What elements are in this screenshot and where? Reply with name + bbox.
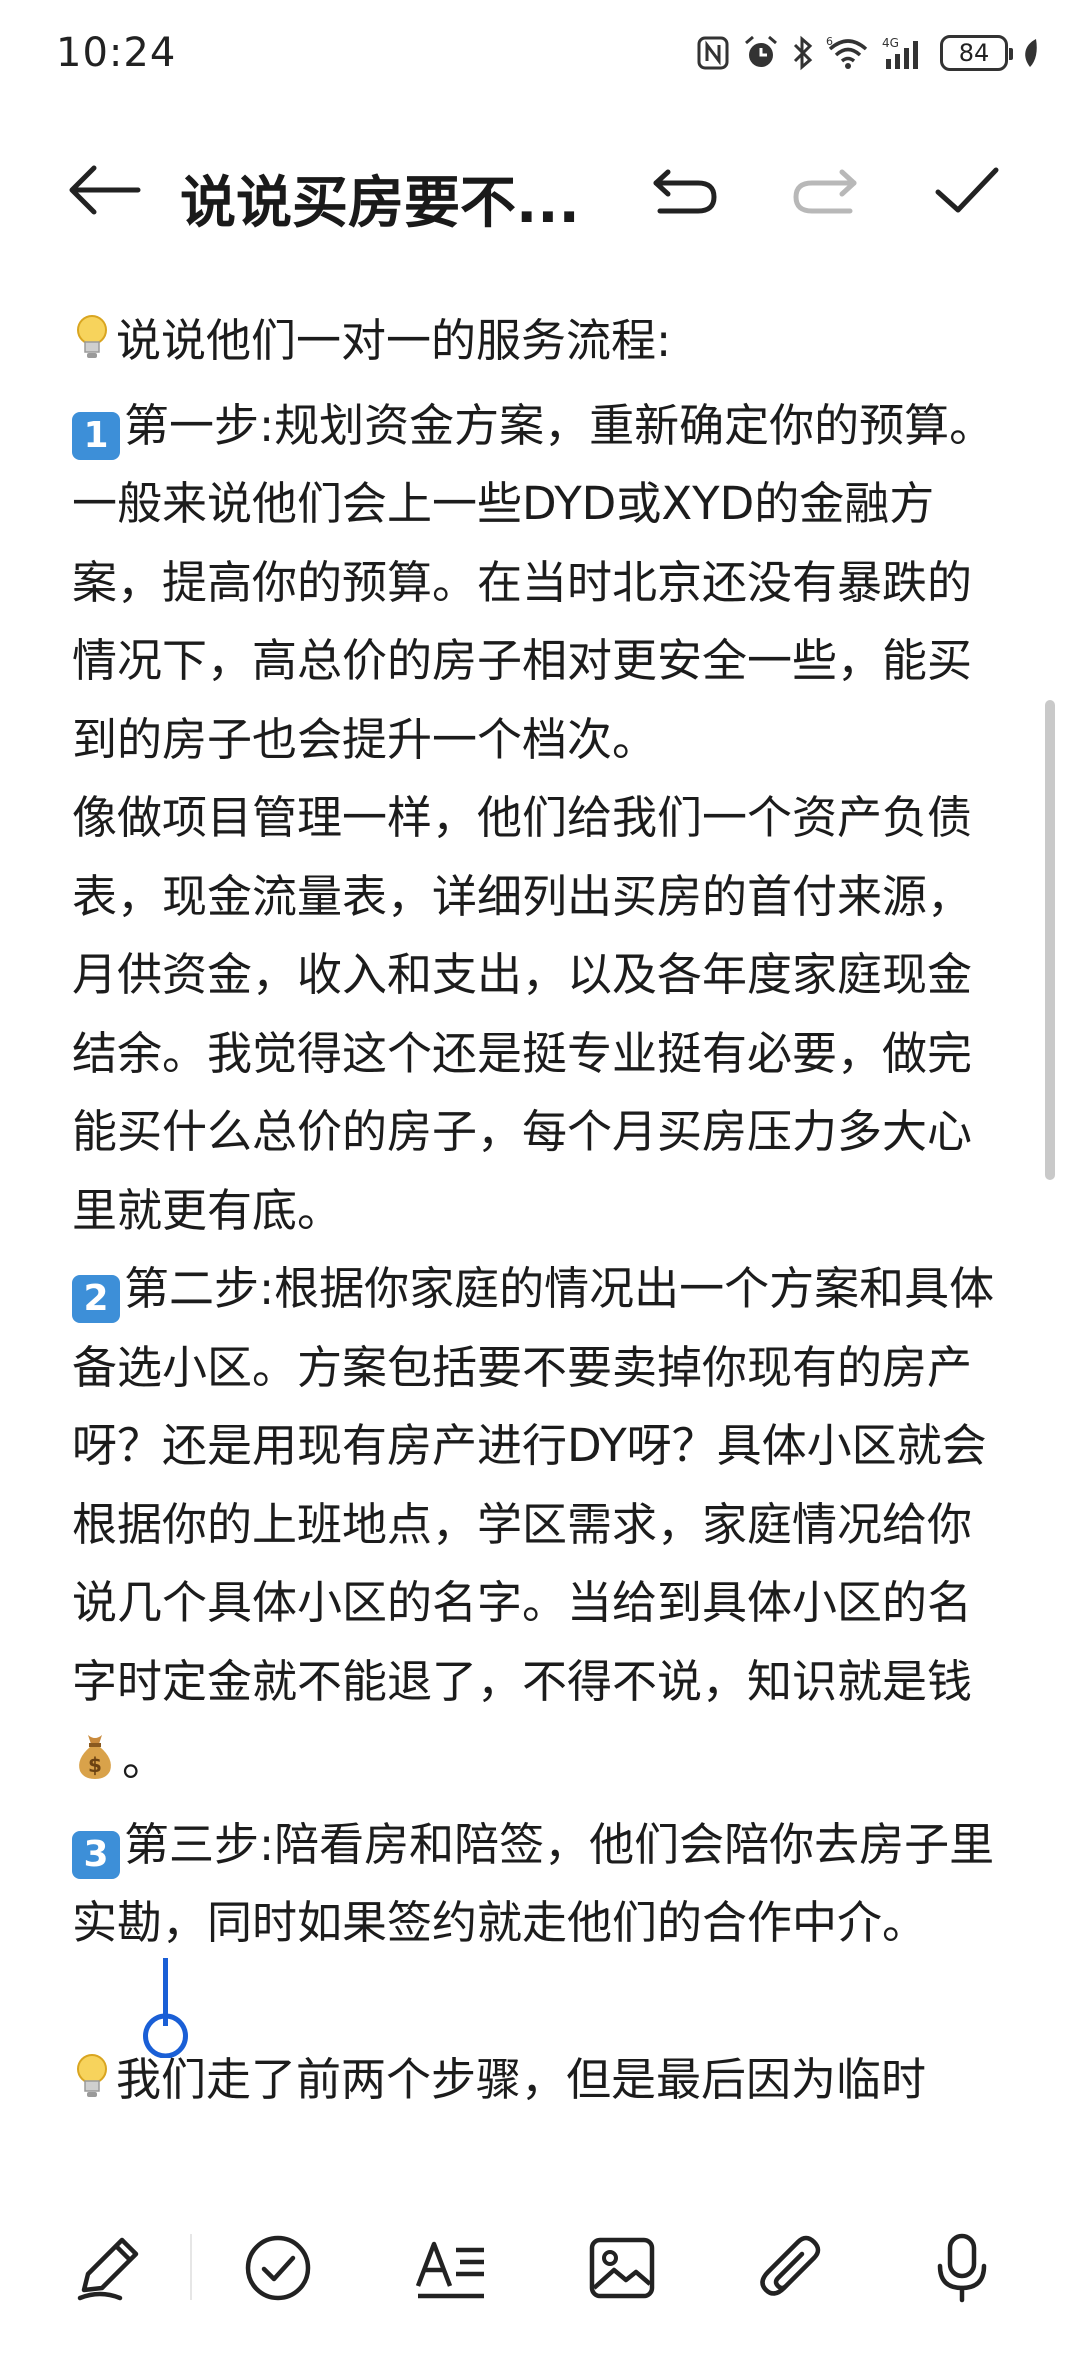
money-bag-icon: $ bbox=[72, 1727, 118, 1806]
insert-image-button[interactable] bbox=[582, 2228, 662, 2308]
keycap-2-icon: 2 bbox=[72, 1275, 120, 1323]
text-cursor-handle[interactable] bbox=[141, 1958, 191, 2059]
nfc-icon bbox=[696, 35, 730, 71]
bluetooth-icon bbox=[792, 35, 814, 71]
keycap-3-icon: 3 bbox=[72, 1830, 120, 1879]
toolbar-divider bbox=[190, 2234, 192, 2300]
redo-icon bbox=[793, 169, 857, 214]
paragraph-intro: 说说他们一对一的服务流程: bbox=[72, 302, 1012, 387]
done-button[interactable] bbox=[932, 162, 1002, 218]
check-icon bbox=[935, 167, 999, 213]
lightbulb-icon bbox=[72, 308, 112, 387]
outro-text: 我们走了前两个步骤，但是最后因为临时 bbox=[116, 2053, 927, 2106]
paragraph-step1-detail: 像做项目管理一样，他们给我们一个资产负债表，现金流量表，详细列出买房的首付来源，… bbox=[72, 791, 973, 1237]
note-body[interactable]: 说说他们一对一的服务流程: 1 第一步:规划资金方案，重新确定你的预算。一般来说他… bbox=[72, 302, 1012, 2182]
step1-text: 第一步:规划资金方案，重新确定你的预算。一般来说他们会上一些DYD或XYD的金融… bbox=[72, 398, 995, 766]
paragraph-outro: 我们走了前两个步骤，但是最后因为临时 bbox=[72, 2041, 1012, 2126]
text-format-button[interactable] bbox=[412, 2228, 492, 2308]
lightbulb-icon bbox=[72, 2047, 112, 2126]
leaf-icon bbox=[1020, 37, 1040, 69]
checklist-button[interactable] bbox=[238, 2228, 318, 2308]
intro-text: 说说他们一对一的服务流程: bbox=[116, 314, 672, 367]
alarm-icon bbox=[742, 34, 780, 72]
pen-icon bbox=[77, 2237, 139, 2301]
undo-icon bbox=[653, 169, 717, 214]
svg-text:4G: 4G bbox=[882, 36, 899, 50]
status-time: 10:24 bbox=[56, 30, 177, 76]
bottom-toolbar bbox=[0, 2200, 1080, 2375]
svg-text:$: $ bbox=[88, 1753, 102, 1777]
4g-signal-icon: 4G bbox=[882, 35, 928, 71]
voice-input-button[interactable] bbox=[922, 2228, 1002, 2308]
paragraph-step3: 3 第三步:陪看房和陪签，他们会陪你去房子里实勘，同时如果签约就走他们的合作中介。 bbox=[72, 1806, 1012, 1963]
battery-level: 84 bbox=[958, 39, 990, 67]
paragraph-step1: 1 第一步:规划资金方案，重新确定你的预算。一般来说他们会上一些DYD或XYD的金… bbox=[72, 387, 1012, 780]
back-button[interactable] bbox=[64, 160, 144, 220]
attachment-button[interactable] bbox=[752, 2228, 832, 2308]
undo-button[interactable] bbox=[650, 166, 720, 216]
keycap-1-icon: 1 bbox=[72, 411, 120, 460]
wifi-6-icon: 6 bbox=[826, 35, 870, 71]
status-bar: 10:24 6 4G 84 bbox=[0, 0, 1080, 110]
paragraph-step2: 2 第二步:根据你家庭的情况出一个方案和具体备选小区。方案包括要不要卖掉你现有的房… bbox=[72, 1250, 1012, 1806]
scrollbar[interactable] bbox=[1045, 700, 1055, 1180]
redo-button[interactable] bbox=[790, 166, 860, 216]
back-arrow-icon bbox=[69, 165, 141, 215]
step2-end: 。 bbox=[122, 1733, 168, 1786]
handwriting-button[interactable] bbox=[70, 2228, 150, 2308]
microphone-icon bbox=[937, 2233, 987, 2303]
svg-text:6: 6 bbox=[826, 35, 833, 48]
editor-header: 说说买房要不... bbox=[0, 140, 1080, 240]
step2-text: 第二步:根据你家庭的情况出一个方案和具体备选小区。方案包括要不要卖掉你现有的房产… bbox=[72, 1262, 995, 1708]
note-title[interactable]: 说说买房要不... bbox=[180, 158, 620, 239]
text-format-icon bbox=[415, 2241, 484, 2299]
attachment-icon bbox=[760, 2235, 821, 2296]
image-icon bbox=[589, 2237, 655, 2299]
note-editor-screen: 10:24 6 4G 84 说说买房要不... 说说他们一对一的服务流程: 1 … bbox=[0, 0, 1080, 2375]
step3-text: 第三步:陪看房和陪签，他们会陪你去房子里实勘，同时如果签约就走他们的合作中介。 bbox=[72, 1817, 995, 1950]
status-icons: 6 4G 84 bbox=[696, 30, 1040, 76]
checklist-icon bbox=[245, 2235, 311, 2301]
battery-icon: 84 bbox=[940, 35, 1013, 71]
